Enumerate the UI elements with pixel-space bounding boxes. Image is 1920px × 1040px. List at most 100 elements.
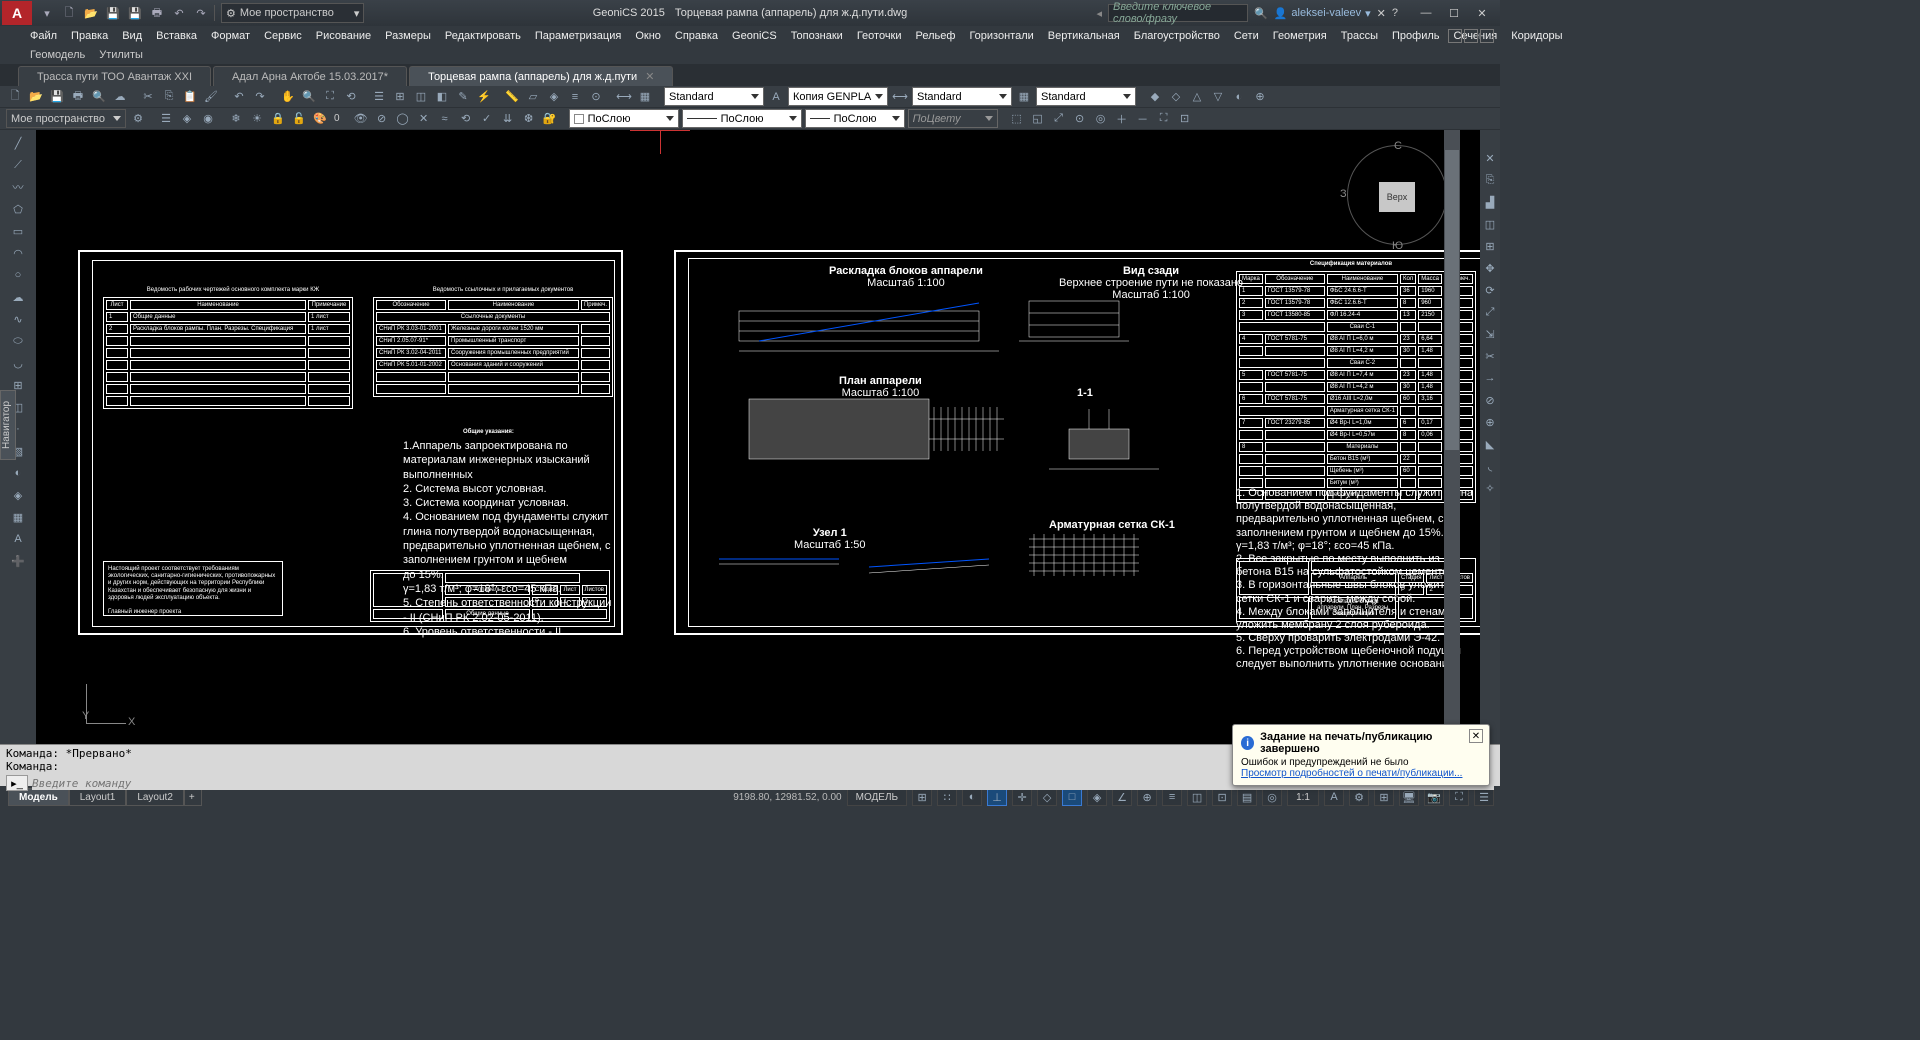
help-icon[interactable]: ? — [1392, 7, 1398, 19]
tbls-icon[interactable]: ▦ — [1015, 88, 1033, 106]
mdi-close-button[interactable] — [1480, 29, 1494, 43]
redo-icon[interactable]: ↷ — [251, 88, 269, 106]
scale-icon[interactable]: ⤢ — [1482, 304, 1498, 320]
minimize-button[interactable]: — — [1412, 3, 1440, 23]
area-icon[interactable]: ▱ — [524, 88, 542, 106]
zoom-dyn-icon[interactable]: ◱ — [1029, 110, 1047, 128]
redo-icon[interactable]: ↷ — [192, 4, 210, 22]
arc-icon[interactable]: ◠ — [8, 244, 28, 262]
freeze-icon[interactable]: ❄ — [227, 110, 245, 128]
dimstyle-combo[interactable]: Копия GENPLA — [788, 87, 888, 106]
color-icon[interactable]: 🎨 — [311, 110, 329, 128]
pline-icon[interactable]: 〰 — [8, 178, 28, 196]
menu-corridors[interactable]: Коридоры — [1511, 30, 1562, 42]
publish-icon[interactable]: ☁ — [111, 88, 129, 106]
g6-icon[interactable]: ⊕ — [1251, 88, 1269, 106]
line-icon[interactable]: ╱ — [8, 134, 28, 152]
notification-link[interactable]: Просмотр подробностей о печати/публикаци… — [1241, 768, 1481, 779]
ellipsearc-icon[interactable]: ◡ — [8, 354, 28, 372]
offset-icon[interactable]: ◫ — [1482, 216, 1498, 232]
layer-iso-icon[interactable]: ◉ — [199, 110, 217, 128]
doc-tab[interactable]: Адал Арна Актобе 15.03.2017* — [213, 66, 407, 86]
addsel-icon[interactable]: ➕ — [8, 552, 28, 570]
new-icon[interactable]: 🗋 — [60, 4, 78, 22]
command-prompt-icon[interactable]: ▸_ — [6, 775, 28, 791]
zoom-icon[interactable]: 🔍 — [300, 88, 318, 106]
polygon-icon[interactable]: ⬠ — [8, 200, 28, 218]
stretch-icon[interactable]: ⇲ — [1482, 326, 1498, 342]
pan-icon[interactable]: ✋ — [279, 88, 297, 106]
menu-land[interactable]: Благоустройство — [1134, 30, 1220, 42]
ellipse-icon[interactable]: ⬭ — [8, 332, 28, 350]
close-button[interactable]: ✕ — [1468, 3, 1496, 23]
menu-edit[interactable]: Правка — [71, 30, 108, 42]
ssm-icon[interactable]: ◧ — [433, 88, 451, 106]
menu-geomodel[interactable]: Геомодель — [30, 49, 85, 61]
rect-icon[interactable]: ▭ — [8, 222, 28, 240]
workspace-combo-2[interactable]: Мое пространство — [6, 109, 126, 128]
ws-gear-icon[interactable]: ⚙ — [129, 110, 147, 128]
trim-icon[interactable]: ✂ — [1482, 348, 1498, 364]
move-icon[interactable]: ✥ — [1482, 260, 1498, 276]
open-icon[interactable]: 📂 — [27, 88, 45, 106]
revcloud-icon[interactable]: ☁ — [8, 288, 28, 306]
laycur-icon[interactable]: ✓ — [478, 110, 496, 128]
mlstyle-combo[interactable]: Standard — [1036, 87, 1136, 106]
qat-new-icon[interactable]: ▾ — [38, 4, 56, 22]
menu-vert[interactable]: Вертикальная — [1048, 30, 1120, 42]
menu-insert[interactable]: Вставка — [156, 30, 197, 42]
tp-icon[interactable]: ◫ — [412, 88, 430, 106]
copy-icon[interactable]: ⎘ — [160, 88, 178, 106]
laydel-icon[interactable]: ✕ — [415, 110, 433, 128]
rotate-icon[interactable]: ⟳ — [1482, 282, 1498, 298]
menu-geonics[interactable]: GeoniCS — [732, 30, 777, 42]
laylck-icon[interactable]: 🔐 — [541, 110, 559, 128]
save-icon[interactable]: 💾 — [48, 88, 66, 106]
doc-tab[interactable]: Трасса пути ТОО Авантаж XXI — [18, 66, 211, 86]
mirror-icon[interactable]: ▟ — [1482, 194, 1498, 210]
new-icon[interactable]: 🗋 — [6, 88, 24, 106]
open-icon[interactable]: 📂 — [82, 4, 100, 22]
zoom-in-icon[interactable]: ＋ — [1113, 110, 1131, 128]
help-search-input[interactable]: Введите ключевое слово/фразу — [1108, 4, 1248, 22]
zoom-obj-icon[interactable]: ◎ — [1092, 110, 1110, 128]
close-icon[interactable]: ✕ — [645, 70, 654, 83]
app-logo[interactable]: A — [2, 1, 32, 25]
zoom-ex-icon[interactable]: ⊡ — [1176, 110, 1194, 128]
g2-icon[interactable]: ◇ — [1167, 88, 1185, 106]
ts-icon[interactable]: A — [767, 88, 785, 106]
menu-dim[interactable]: Размеры — [385, 30, 431, 42]
undo-icon[interactable]: ↶ — [230, 88, 248, 106]
zoom-cen-icon[interactable]: ⊙ — [1071, 110, 1089, 128]
markup-icon[interactable]: ✎ — [454, 88, 472, 106]
lock-icon[interactable]: 🔒 — [269, 110, 287, 128]
copy-obj-icon[interactable]: ⎘ — [1482, 172, 1498, 188]
viewcube[interactable]: Верх СЮ ВЗ — [1342, 140, 1452, 250]
props-icon[interactable]: ☰ — [370, 88, 388, 106]
drawing-canvas[interactable]: Ведомость рабочих чертежей основного ком… — [36, 130, 1480, 744]
qc-icon[interactable]: ⚡ — [475, 88, 493, 106]
workspace-combo[interactable]: ⚙ Мое пространство ▾ — [221, 3, 364, 23]
explode-icon[interactable]: ✧ — [1482, 480, 1498, 496]
menu-window[interactable]: Окно — [635, 30, 661, 42]
layfrz-icon[interactable]: ❆ — [520, 110, 538, 128]
plot-icon[interactable]: 🖶 — [69, 88, 87, 106]
join-icon[interactable]: ⊕ — [1482, 414, 1498, 430]
extend-icon[interactable]: → — [1482, 370, 1498, 386]
menu-file[interactable]: Файл — [30, 30, 57, 42]
id-icon[interactable]: ⊙ — [587, 88, 605, 106]
menu-utils[interactable]: Утилиты — [99, 49, 143, 61]
match-icon[interactable]: 🖌 — [202, 88, 220, 106]
viewcube-top[interactable]: Верх — [1379, 182, 1415, 212]
zoom-win-icon[interactable]: ⬚ — [1008, 110, 1026, 128]
menu-geom[interactable]: Геометрия — [1273, 30, 1327, 42]
gradient-icon[interactable]: ◐ — [8, 464, 28, 482]
vertical-scrollbar[interactable] — [1444, 130, 1460, 744]
laymrg-icon[interactable]: ⇊ — [499, 110, 517, 128]
table-icon[interactable]: ▦ — [636, 88, 654, 106]
layoff-icon[interactable]: ⊘ — [373, 110, 391, 128]
zoom-all-icon[interactable]: ⛶ — [1155, 110, 1173, 128]
menu-tools[interactable]: Сервис — [264, 30, 302, 42]
fillet-icon[interactable]: ◟ — [1482, 458, 1498, 474]
menu-draw[interactable]: Рисование — [316, 30, 371, 42]
